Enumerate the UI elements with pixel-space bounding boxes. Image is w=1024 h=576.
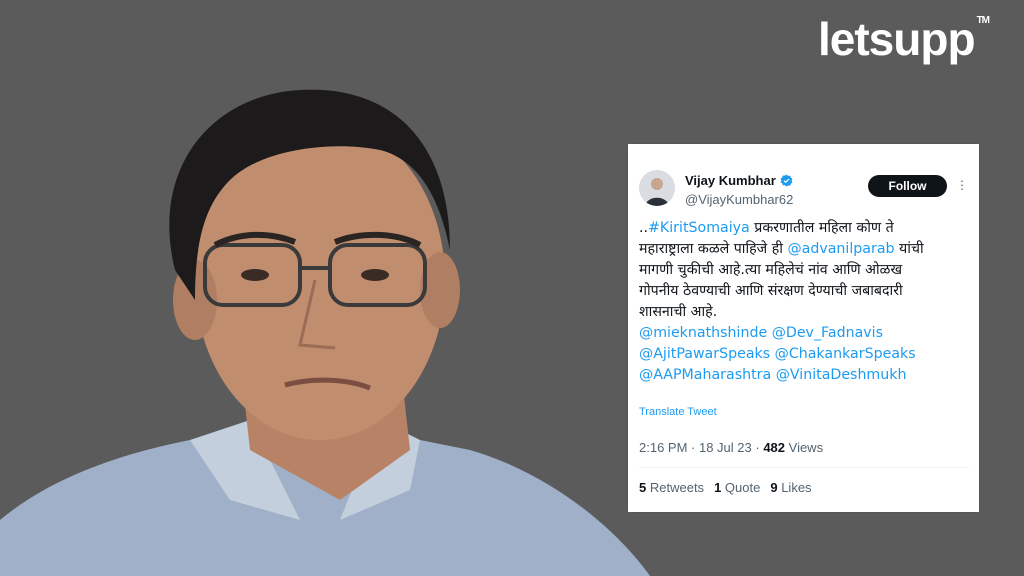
letsupp-logo: letsupp TM [818,13,990,65]
views-label: Views [785,440,824,455]
mention-ajitpawarspeaks[interactable]: @AjitPawarSpeaks [639,346,770,362]
mentions-line-2: @AjitPawarSpeaks @ChakankarSpeaks [639,344,969,365]
tweet-date[interactable]: 18 Jul 23 [699,440,752,455]
quotes-count: 1 [714,480,722,495]
author-info: Vijay Kumbhar @VijayKumbhar62 [685,172,793,207]
tweet-card: Vijay Kumbhar @VijayKumbhar62 Follow ⋮ .… [628,144,979,512]
likes-stat[interactable]: 9 Likes [770,480,811,495]
author-handle[interactable]: @VijayKumbhar62 [685,192,793,207]
more-options-icon[interactable]: ⋮ [956,178,968,192]
tweet-text: ..#KiritSomaiya प्रकरणातील महिला कोण ते … [639,218,969,386]
tweet-line-2: महाराष्ट्राला कळले पाहिजे ही @advanilpar… [639,239,969,260]
tweet-line-1-rest: प्रकरणातील महिला कोण ते [749,220,894,236]
quotes-label: Quote [724,480,761,495]
quotes-stat[interactable]: 1 Quote [714,480,760,495]
tweet-line-2-rest: यांची [894,241,924,257]
tweet-meta: 2:16 PM · 18 Jul 23 · 482 Views [639,440,823,455]
tweet-prefix: .. [639,220,649,236]
translate-tweet-link[interactable]: Translate Tweet [639,406,717,418]
views-count: 482 [763,440,786,455]
mention-advanilparab[interactable]: @advanilparab [787,241,894,257]
meta-dot-2: · [751,440,764,455]
retweets-stat[interactable]: 5 Retweets [639,480,704,495]
mention-chakankarspeaks[interactable]: @ChakankarSpeaks [775,346,916,362]
mentions-line-3: @AAPMaharashtra @VinitaDeshmukh [639,365,969,386]
author-name[interactable]: Vijay Kumbhar [685,173,776,188]
likes-label: Likes [781,480,812,495]
avatar[interactable] [639,170,675,206]
author-name-row[interactable]: Vijay Kumbhar [685,173,793,188]
tweet-line-5: शासनाची आहे. [639,304,718,320]
mention-aapmaharashtra[interactable]: @AAPMaharashtra [639,367,771,383]
person-photo [0,89,650,576]
tweet-line-2-text: महाराष्ट्राला कळले पाहिजे ही [639,241,788,257]
tweet-line-4: गोपनीय ठेवण्याची आणि संरक्षण देण्याची जब… [639,283,903,299]
retweets-count: 5 [639,480,647,495]
likes-count: 9 [770,480,778,495]
logo-tm: TM [976,15,990,26]
avatar-image [639,170,675,206]
logo-text: letsupp [818,13,976,65]
tweet-time[interactable]: 2:16 PM [639,440,687,455]
tweet-line-1: ..#KiritSomaiya प्रकरणातील महिला कोण ते [639,218,969,239]
hashtag-kiritsomaiya[interactable]: #KiritSomaiya [648,220,750,236]
mention-mieknathshinde[interactable]: @mieknathshinde [639,325,767,341]
mentions-line-1: @mieknathshinde @Dev_Fadnavis [639,323,969,344]
retweets-label: Retweets [649,480,705,495]
meta-dot: · [687,440,699,455]
verified-badge-icon [780,174,793,187]
tweet-stats: 5 Retweets 1 Quote 9 Likes [639,480,812,495]
divider [639,467,969,468]
tweet-line-3: मागणी चुकीची आहे.त्या महिलेचं नांव आणि ओ… [639,262,903,278]
mention-vinitadeshmukh[interactable]: @VinitaDeshmukh [776,367,907,383]
mention-dev-fadnavis[interactable]: @Dev_Fadnavis [772,325,883,341]
follow-button[interactable]: Follow [868,175,947,197]
